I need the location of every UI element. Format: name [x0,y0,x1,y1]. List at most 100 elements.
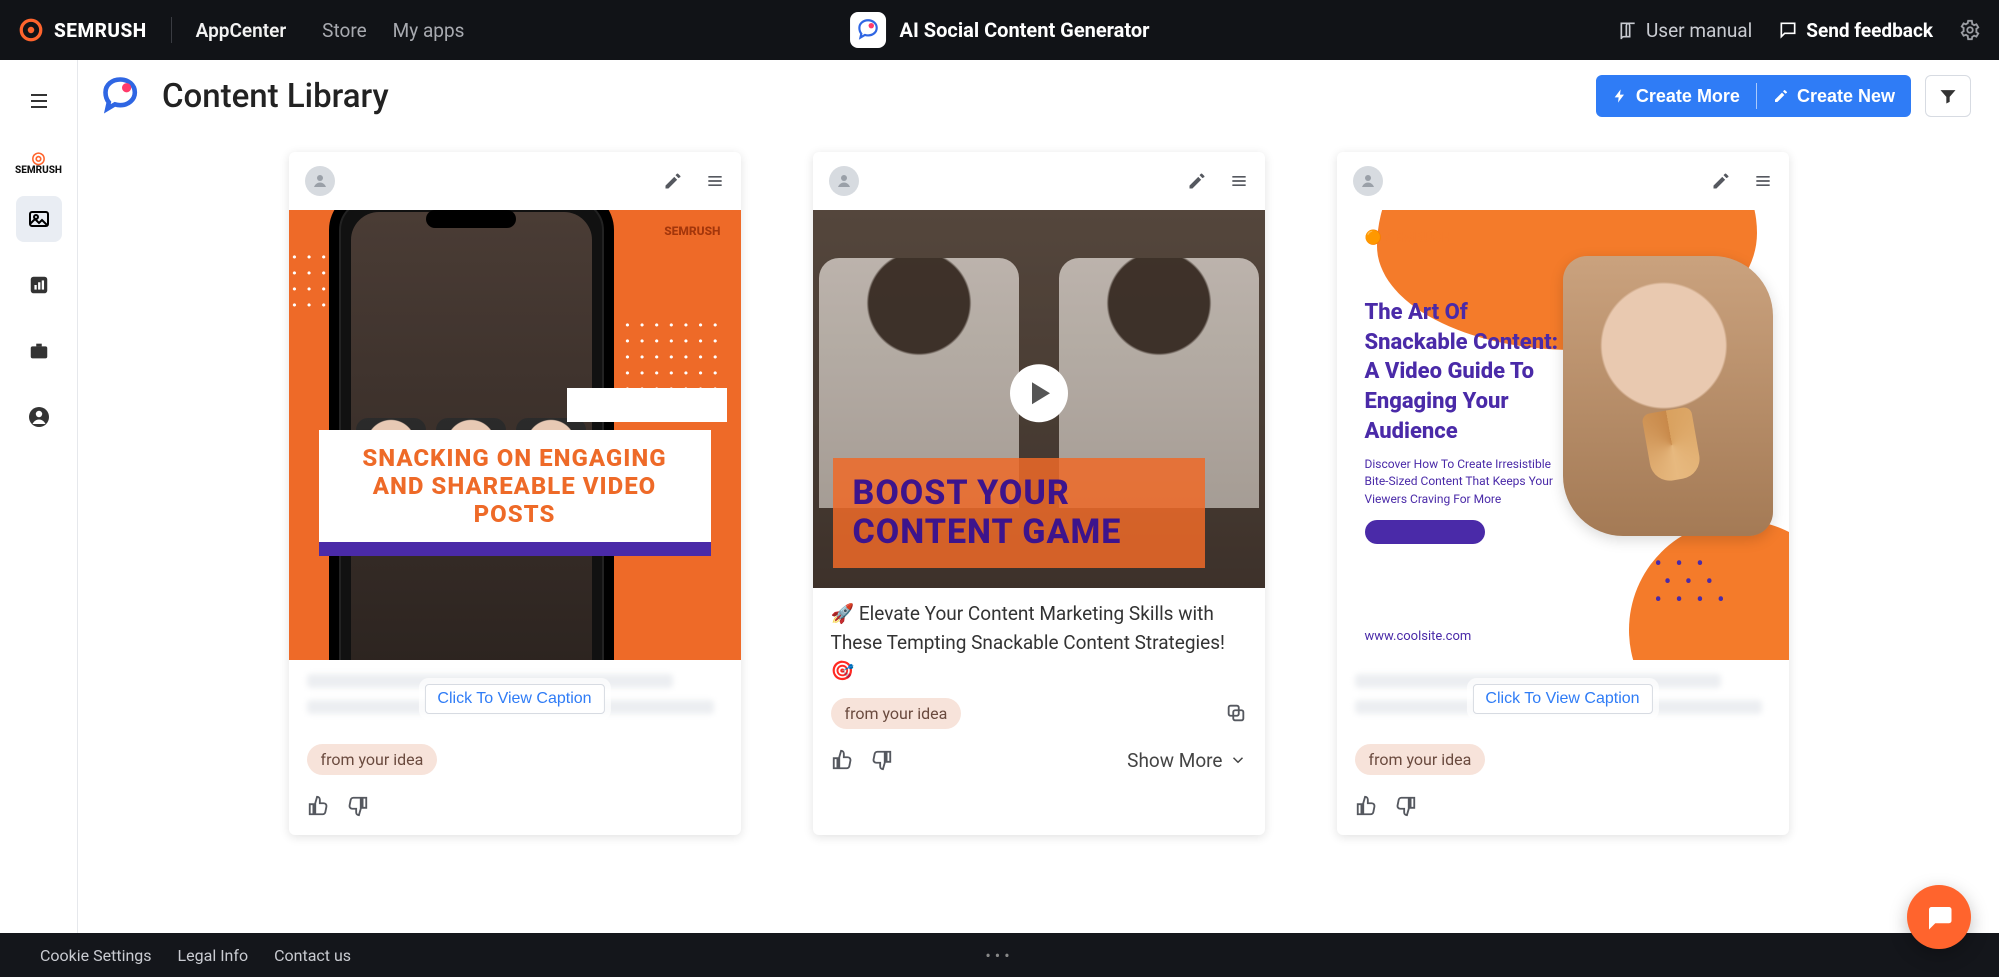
source-chip: from your idea [831,698,962,729]
card-bottom: Show More [813,739,1265,790]
page-title: Content Library [162,77,389,116]
media-url: www.coolsite.com [1365,629,1472,644]
thumbs-up-icon[interactable] [1355,795,1377,817]
footer-contact[interactable]: Contact us [274,946,351,965]
app-bubble-icon [100,74,144,118]
more-menu-icon[interactable] [705,171,725,191]
card-body: Click To View Caption from your idea [1337,660,1789,785]
footer: Cookie Settings Legal Info Contact us ••… [0,933,1999,977]
thumbs-down-icon[interactable] [1395,795,1417,817]
edit-icon[interactable] [1187,171,1207,191]
footer-cookie-settings[interactable]: Cookie Settings [40,946,152,965]
appcenter-label[interactable]: AppCenter [196,19,287,42]
app-title: AI Social Content Generator [900,18,1150,42]
card-top-actions [1187,171,1249,191]
rail-analytics-icon[interactable] [16,262,62,308]
media-brand-logo: 🟠 SEMRUSH [1365,230,1452,246]
rail-profile-icon[interactable] [16,394,62,440]
avatar-icon[interactable] [829,166,859,196]
edit-icon[interactable] [1711,171,1731,191]
send-feedback-label: Send feedback [1806,19,1933,42]
chat-bubble-icon [1924,902,1954,932]
nav-my-apps[interactable]: My apps [393,19,465,42]
footer-legal-info[interactable]: Legal Info [178,946,249,965]
feedback-thumbs [831,749,893,771]
caption-text: 🚀 Elevate Your Content Marketing Skills … [831,600,1247,686]
card-body: Click To View Caption from your idea [289,660,741,785]
user-manual-link[interactable]: User manual [1618,19,1752,42]
footer-more-icon[interactable]: ••• [985,946,1013,965]
create-more-label: Create More [1636,86,1740,107]
card-top-actions [1711,171,1773,191]
card-top [1337,152,1789,210]
thumbs-down-icon[interactable] [347,795,369,817]
semrush-flame-icon [18,17,44,43]
card-top-actions [663,171,725,191]
decorative-pill [1365,520,1485,544]
view-caption-button[interactable]: Click To View Caption [1472,684,1652,714]
content-card: SEMRUSH •••••••••••••••••••••••• •••••••… [289,152,741,835]
show-more-label: Show More [1127,749,1222,772]
user-manual-label: User manual [1646,19,1752,42]
bolt-icon [1612,87,1628,105]
card-media[interactable]: SEMRUSH •••••••••••••••••••••••• •••••••… [289,210,741,660]
media-photo [1563,256,1773,536]
show-more-button[interactable]: Show More [1127,749,1246,772]
rail-hamburger[interactable] [16,78,62,124]
thumbs-down-icon[interactable] [871,749,893,771]
topbar-divider [171,17,172,43]
page-header-left: Content Library [100,74,389,118]
page-header: Content Library Create More [78,60,1999,132]
decorative-dots-icon: • • • • • •• • • • [1654,556,1728,610]
card-media[interactable]: • • • • • •• • • • 🟠 SEMRUSH The Art Of … [1337,210,1789,660]
topbar-center: AI Social Content Generator [850,12,1150,48]
create-new-button[interactable]: Create New [1757,75,1911,117]
rail-semrush-mini[interactable]: ◎ SEMRUSH [15,150,62,176]
decorative-pill [567,388,727,422]
topbar-left: SEMRUSH AppCenter Store My apps [18,17,464,43]
content-column: Content Library Create More [78,60,1999,933]
edit-icon[interactable] [663,171,683,191]
media-subhead: Discover How To Create Irresistible Bite… [1365,456,1575,508]
page-header-right: Create More Create New [1596,75,1971,117]
card-body: 🚀 Elevate Your Content Marketing Skills … [813,588,1265,739]
rail-semrush-text: SEMRUSH [15,165,62,176]
media-title: BOOST YOUR CONTENT GAME [833,458,1205,568]
more-menu-icon[interactable] [1753,171,1773,191]
view-caption-button[interactable]: Click To View Caption [424,684,604,714]
rail-library-icon[interactable] [16,196,62,242]
feedback-thumbs [1355,795,1417,817]
copy-icon[interactable] [1225,702,1247,724]
content-card: BOOST YOUR CONTENT GAME 🚀 Elevate Your C… [813,152,1265,835]
media-title: SNACKING ON ENGAGING AND SHAREABLE VIDEO… [319,430,711,542]
global-topbar: SEMRUSH AppCenter Store My apps AI Socia… [0,0,1999,60]
rail-briefcase-icon[interactable] [16,328,62,374]
cards-area: SEMRUSH •••••••••••••••••••••••• •••••••… [78,132,1999,933]
play-icon[interactable] [1010,364,1068,422]
create-more-button[interactable]: Create More [1596,75,1756,117]
filter-button[interactable] [1925,75,1971,117]
avatar-icon[interactable] [305,166,335,196]
card-top [289,152,741,210]
app-icon [850,12,886,48]
chat-fab[interactable] [1907,885,1971,949]
avatar-icon[interactable] [1353,166,1383,196]
send-feedback-link[interactable]: Send feedback [1778,19,1933,42]
card-top [813,152,1265,210]
thumbs-up-icon[interactable] [307,795,329,817]
decorative-dots-icon: ••••••••••••••••••••••••••••••••••• [624,318,726,398]
thumbs-up-icon[interactable] [831,749,853,771]
semrush-flame-icon: ◎ [15,150,62,166]
card-media[interactable]: BOOST YOUR CONTENT GAME [813,210,1265,588]
settings-gear-icon[interactable] [1959,19,1981,41]
main-row: ◎ SEMRUSH Content Library [0,60,1999,933]
funnel-icon [1938,86,1958,106]
nav-store[interactable]: Store [322,19,367,42]
pencil-icon [1773,88,1789,104]
topbar-nav: Store My apps [322,19,464,42]
feedback-thumbs [307,795,369,817]
cards-row: SEMRUSH •••••••••••••••••••••••• •••••••… [78,152,1999,835]
create-new-label: Create New [1797,86,1895,107]
semrush-brand[interactable]: SEMRUSH [18,17,147,43]
more-menu-icon[interactable] [1229,171,1249,191]
